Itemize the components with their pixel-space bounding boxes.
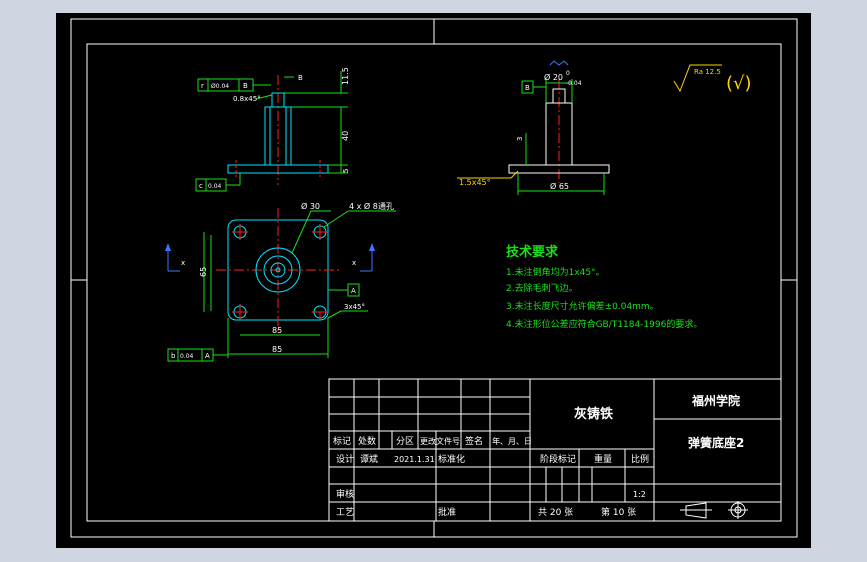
leader-d30 [291, 210, 312, 254]
tf3-datum: A [205, 352, 210, 360]
tb-scale-label: 比例 [631, 453, 649, 465]
drawing-canvas: 11.5 40 5 0.8x45° B r Ø0.04 B c 0.04 Ø 3… [56, 13, 811, 548]
dim-d30: Ø 30 [301, 201, 320, 211]
front-view: 11.5 40 5 0.8x45° B r Ø0.04 B c 0.04 [195, 67, 350, 192]
hole-center-marks [232, 224, 328, 320]
view-arrow-left: x [165, 243, 185, 272]
dim-d20-tol-dn: -0.04 [566, 80, 582, 87]
tb-review-label: 审核 [336, 488, 354, 500]
datum-b-label: B [298, 74, 303, 82]
roughness-general: (√) [726, 73, 752, 94]
dim-d20-tol-up: 0 [566, 70, 570, 77]
datum-a: A [351, 287, 356, 295]
tech-title: 技术要求 [506, 244, 559, 260]
tech-requirements: 技术要求 1.未注倒角均为1x45°。 2.去除毛刺飞边。 3.未注长度尺寸允许… [506, 244, 702, 330]
tb-design-label: 设计 [336, 453, 354, 465]
title-block: 灰铸铁 福州学院 弹簧底座2 标记 处数 分区 更改文件号 签名 年、月、日 设… [328, 378, 782, 522]
dim-5: 5 [342, 169, 350, 173]
tb-sheets-total: 共 20 张 [538, 507, 573, 518]
tf3-symbol: b [171, 352, 176, 360]
tb-stage-label: 阶段标记 [540, 453, 576, 465]
projection-symbol [680, 501, 748, 519]
tolerance-frame-1: r Ø0.04 B [197, 78, 271, 92]
tech-line-3: 3.未注长度尺寸允许偏差±0.04mm。 [506, 300, 659, 312]
tb-approve-label: 批准 [438, 506, 456, 518]
tf2-value: 0.04 [208, 183, 222, 190]
dim-holes: 4 x Ø 8通孔 [349, 201, 394, 211]
tech-line-4: 4.未注形位公差应符合GB/T1184-1996的要求。 [506, 318, 702, 330]
tb-col-biaoji: 标记 [333, 435, 351, 447]
tech-line-1: 1.未注倒角均为1x45°。 [506, 266, 605, 278]
tb-weight-label: 重量 [594, 453, 612, 465]
view-arrow-left-label: x [181, 259, 185, 267]
tb-school: 福州学院 [691, 393, 740, 408]
tb-col-fenqu: 分区 [396, 436, 414, 447]
tb-process-label: 工艺 [336, 507, 354, 518]
roughness-value: Ra 12.5 [694, 68, 721, 76]
section-view: Ø 20 0 -0.04 B 3 Ø 65 1.5x45° [457, 60, 610, 195]
tf2-symbol: c [199, 182, 203, 190]
tb-standard: 标准化 [438, 453, 465, 465]
dim-d20: Ø 20 [544, 72, 563, 82]
chamfer-section-leader-2 [510, 170, 519, 179]
dim-chamfer-small: 0.8x45° [233, 95, 261, 103]
dim-11: 11.5 [341, 67, 350, 85]
tolerance-frame-3: b 0.04 A [167, 348, 228, 362]
tb-col-sign: 签名 [465, 435, 483, 447]
leader-holes [323, 210, 349, 228]
dim-chamfer-section: 1.5x45° [459, 178, 491, 187]
tf1-value: Ø0.04 [211, 83, 229, 90]
dim-d65-section: Ø 65 [550, 181, 569, 191]
dim-65: 65 [199, 267, 208, 277]
tb-col-doc: 更改文件号 [420, 436, 460, 446]
tb-sheet-no: 第 10 张 [601, 506, 636, 518]
tf1-datum: B [243, 82, 248, 90]
tolerance-frame-2: c 0.04 [195, 173, 241, 192]
tb-col-date: 年、月、日 [492, 436, 532, 446]
tb-scale-value: 1:2 [633, 490, 646, 499]
cad-drawing: 11.5 40 5 0.8x45° B r Ø0.04 B c 0.04 Ø 3… [70, 18, 798, 538]
tb-part-name: 弹簧底座2 [688, 435, 744, 450]
top-view: Ø 30 4 x Ø 8通孔 65 85 85 3x45° A x x b 0.… [165, 201, 396, 362]
tf3-value: 0.04 [180, 353, 194, 360]
dim-plate-chamfer: 3x45° [344, 303, 365, 311]
leader-plate-chamfer [327, 310, 342, 319]
tb-material: 灰铸铁 [574, 406, 613, 422]
dim-85-inner: 85 [272, 326, 282, 335]
tech-line-2: 2.去除毛刺飞边。 [506, 282, 578, 294]
dim-85-outer: 85 [272, 345, 282, 354]
tb-designer: 谭斌 [360, 453, 378, 465]
view-arrow-right: x [352, 243, 375, 272]
tf1-symbol: r [201, 82, 204, 90]
section-mark [549, 60, 569, 66]
section-datum: B [525, 84, 530, 92]
surface-roughness: Ra 12.5 (√) [673, 64, 752, 94]
tb-design-date: 2021.1.31 [394, 455, 435, 464]
view-arrow-right-label: x [352, 259, 356, 267]
dim-40-front: 40 [341, 131, 350, 141]
dim-3: 3 [516, 137, 524, 141]
tb-col-chushu: 处数 [358, 435, 376, 447]
